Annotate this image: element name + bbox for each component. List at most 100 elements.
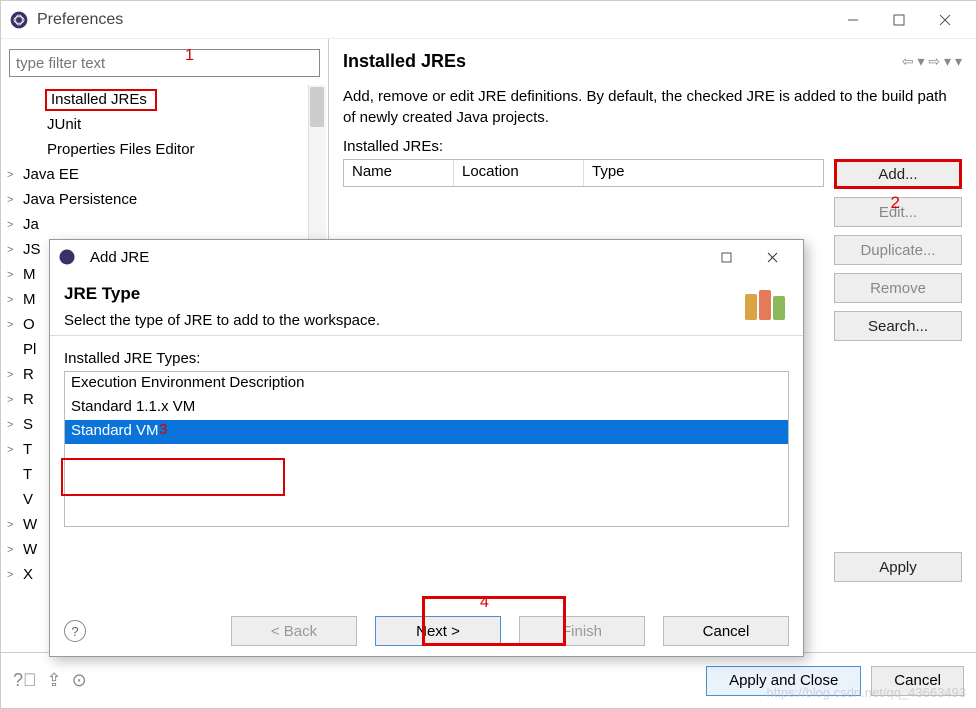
maximize-button[interactable] bbox=[876, 5, 922, 35]
minimize-button[interactable] bbox=[830, 5, 876, 35]
tree-item-label: Java Persistence bbox=[21, 191, 137, 208]
dialog-help-button[interactable]: ? bbox=[64, 620, 86, 642]
tree-caret-icon: > bbox=[7, 394, 21, 406]
filter-row: 1 bbox=[1, 39, 328, 83]
dialog-heading: JRE Type bbox=[64, 284, 380, 304]
tree-item-label: O bbox=[21, 316, 35, 333]
col-location[interactable]: Location bbox=[454, 160, 584, 186]
dialog-body: Installed JRE Types: Execution Environme… bbox=[50, 336, 803, 527]
dialog-header: JRE Type Select the type of JRE to add t… bbox=[50, 274, 803, 336]
tree-item[interactable]: Properties Files Editor bbox=[1, 137, 328, 162]
tree-item-label: Ja bbox=[21, 216, 39, 233]
selected-tree-item-box: Installed JREs bbox=[45, 89, 157, 111]
help-icon[interactable]: ?⃝ bbox=[13, 670, 37, 691]
books-icon bbox=[741, 284, 789, 324]
back-button[interactable]: < Back bbox=[231, 616, 357, 646]
tree-caret-icon: > bbox=[7, 569, 21, 581]
jre-table[interactable]: Name Location Type bbox=[343, 159, 824, 187]
window-title: Preferences bbox=[37, 11, 830, 29]
watermark: https://blog.csdn.net/qq_43663493 bbox=[767, 685, 967, 700]
preferences-window: Preferences 1 Installed JRE bbox=[0, 0, 977, 709]
finish-button[interactable]: Finish bbox=[519, 616, 645, 646]
tree-item-label: M bbox=[21, 266, 36, 283]
page-title: Installed JREs bbox=[343, 51, 466, 72]
side-button-column: Add... Edit... Duplicate... Remove Searc… bbox=[834, 159, 962, 341]
tree-item-label: JS bbox=[21, 241, 41, 258]
tree-item-label: Properties Files Editor bbox=[45, 141, 195, 158]
window-controls bbox=[830, 5, 968, 35]
tree-item-label: S bbox=[21, 416, 33, 433]
import-icon[interactable]: ⇪ bbox=[47, 670, 62, 691]
tree-item-label: W bbox=[21, 516, 37, 533]
tree-caret-icon: > bbox=[7, 169, 21, 181]
tree-item[interactable]: >Java EE bbox=[1, 162, 328, 187]
close-button[interactable] bbox=[922, 5, 968, 35]
tree-item-label: W bbox=[21, 541, 37, 558]
scrollbar-thumb[interactable] bbox=[310, 87, 324, 127]
tree-item-label: R bbox=[21, 391, 34, 408]
tree-item-label: T bbox=[21, 466, 32, 483]
close-icon bbox=[767, 252, 778, 263]
dialog-close-button[interactable] bbox=[749, 242, 795, 272]
jre-type-item[interactable]: Standard VM bbox=[65, 420, 788, 444]
tree-item[interactable]: Installed JREs bbox=[1, 87, 328, 112]
tree-caret-icon: > bbox=[7, 269, 21, 281]
tree-item-label: M bbox=[21, 291, 36, 308]
add-jre-dialog: Add JRE JRE Type Select the type of JRE … bbox=[49, 239, 804, 657]
minimize-icon bbox=[847, 14, 859, 26]
bottom-icons: ?⃝ ⇪ ⊙ bbox=[13, 670, 87, 691]
annotation-4: 4 bbox=[480, 594, 489, 612]
page-nav-arrows[interactable]: ⇦ ▾ ⇨ ▾ ▾ bbox=[902, 53, 962, 70]
jre-types-label: Installed JRE Types: bbox=[64, 350, 789, 367]
search-button[interactable]: Search... bbox=[834, 311, 962, 341]
tree-caret-icon: > bbox=[7, 369, 21, 381]
tree-caret-icon: > bbox=[7, 544, 21, 556]
annotation-1: 1 bbox=[185, 47, 194, 65]
export-icon[interactable]: ⊙ bbox=[72, 670, 87, 691]
add-button[interactable]: Add... bbox=[834, 159, 962, 189]
tree-item-label: R bbox=[21, 366, 34, 383]
duplicate-button[interactable]: Duplicate... bbox=[834, 235, 962, 265]
remove-button[interactable]: Remove bbox=[834, 273, 962, 303]
tree-caret-icon: > bbox=[7, 244, 21, 256]
tree-caret-icon: > bbox=[7, 219, 21, 231]
annotation-2: 2 bbox=[891, 193, 900, 213]
dialog-cancel-button[interactable]: Cancel bbox=[663, 616, 789, 646]
tree-item-label: T bbox=[21, 441, 32, 458]
tree-item[interactable]: >Java Persistence bbox=[1, 187, 328, 212]
eclipse-icon bbox=[9, 10, 29, 30]
tree-item[interactable]: >Ja bbox=[1, 212, 328, 237]
jre-type-item[interactable]: Execution Environment Description bbox=[65, 372, 788, 396]
col-type[interactable]: Type bbox=[584, 160, 823, 186]
tree-item-label: JUnit bbox=[45, 116, 81, 133]
tree-caret-icon: > bbox=[7, 194, 21, 206]
tree-item[interactable]: JUnit bbox=[1, 112, 328, 137]
tree-item-label: Pl bbox=[21, 341, 36, 358]
close-icon bbox=[939, 14, 951, 26]
apply-button[interactable]: Apply bbox=[834, 552, 962, 582]
maximize-icon bbox=[721, 252, 732, 263]
tree-caret-icon: > bbox=[7, 294, 21, 306]
page-description: Add, remove or edit JRE definitions. By … bbox=[343, 86, 962, 128]
tree-caret-icon: > bbox=[7, 419, 21, 431]
jre-type-item[interactable]: Standard 1.1.x VM bbox=[65, 396, 788, 420]
tree-item-label: V bbox=[21, 491, 33, 508]
tree-item-label: Java EE bbox=[21, 166, 79, 183]
tree-caret-icon: > bbox=[7, 444, 21, 456]
titlebar: Preferences bbox=[1, 1, 976, 39]
next-button[interactable]: Next > bbox=[375, 616, 501, 646]
filter-input[interactable] bbox=[9, 49, 320, 77]
col-name[interactable]: Name bbox=[344, 160, 454, 186]
tree-caret-icon: > bbox=[7, 519, 21, 531]
tree-item-label: X bbox=[21, 566, 33, 583]
dialog-maximize-button[interactable] bbox=[703, 242, 749, 272]
jre-types-list[interactable]: Execution Environment DescriptionStandar… bbox=[64, 371, 789, 527]
dialog-title: Add JRE bbox=[84, 249, 703, 266]
dialog-subheading: Select the type of JRE to add to the wor… bbox=[64, 312, 380, 329]
dialog-titlebar: Add JRE bbox=[50, 240, 803, 274]
eclipse-icon bbox=[58, 248, 76, 266]
installed-jres-label: Installed JREs: bbox=[343, 138, 962, 155]
tree-caret-icon: > bbox=[7, 319, 21, 331]
dialog-footer: 4 ? < Back Next > Finish Cancel bbox=[50, 616, 803, 646]
maximize-icon bbox=[893, 14, 905, 26]
